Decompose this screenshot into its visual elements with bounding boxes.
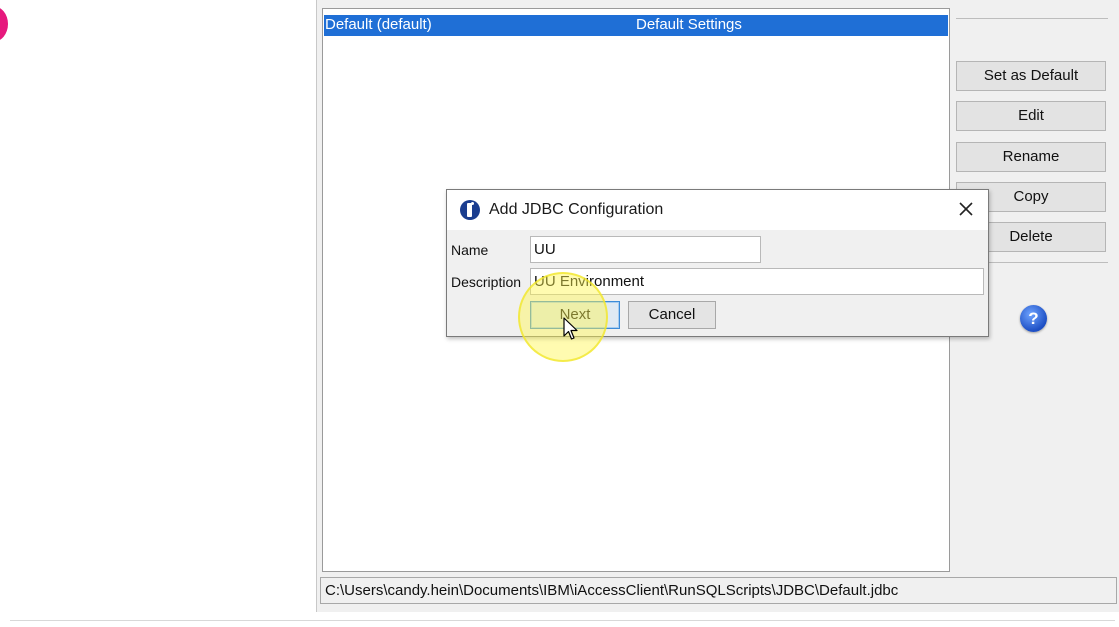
rename-button[interactable]: Rename	[956, 142, 1106, 172]
help-icon[interactable]: ?	[1020, 305, 1047, 332]
name-input[interactable]: UU	[530, 236, 761, 263]
bottom-divider	[10, 620, 1115, 621]
side-divider	[956, 18, 1108, 19]
next-button[interactable]: Next	[530, 301, 620, 329]
add-jdbc-configuration-dialog: Add JDBC Configuration Name UU Descripti…	[446, 189, 989, 337]
description-input[interactable]: UU Environment	[530, 268, 984, 295]
name-label: Name	[451, 242, 489, 258]
description-label: Description	[451, 274, 522, 290]
file-path-field: C:\Users\candy.hein\Documents\IBM\iAcces…	[320, 577, 1117, 604]
edit-button[interactable]: Edit	[956, 101, 1106, 131]
config-description-cell: Default Settings	[636, 16, 742, 33]
left-edge-marker	[0, 6, 8, 42]
app-info-icon	[460, 200, 480, 220]
dialog-title-bar[interactable]: Add JDBC Configuration	[447, 190, 988, 230]
list-item[interactable]: Default (default) Default Settings	[324, 15, 948, 36]
close-icon[interactable]	[957, 200, 975, 218]
config-name-cell: Default (default)	[325, 16, 432, 33]
cancel-button[interactable]: Cancel	[628, 301, 716, 329]
set-as-default-button[interactable]: Set as Default	[956, 61, 1106, 91]
dialog-title: Add JDBC Configuration	[489, 201, 664, 218]
